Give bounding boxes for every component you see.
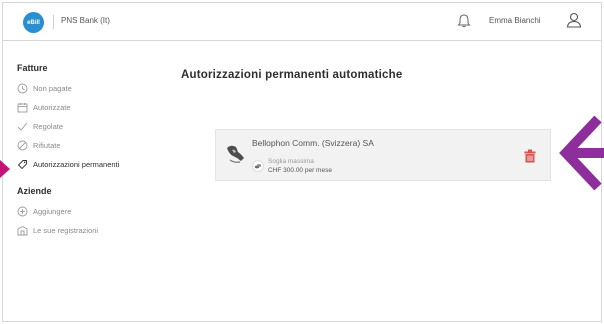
sidebar-item-autorizzazioni-permanenti[interactable]: Autorizzazioni permanenti <box>17 157 167 172</box>
payee-name: Bellophon Comm. (Svizzera) SA <box>252 138 374 148</box>
selection-pointer <box>0 160 10 178</box>
user-name[interactable]: Emma Bianchi <box>489 16 541 25</box>
notification-bell-icon[interactable] <box>456 13 472 29</box>
sidebar-item-label: Aggiungere <box>33 207 72 216</box>
logo-text: eBill <box>27 19 40 26</box>
top-bar: eBill PNS Bank (It) Emma Bianchi <box>3 3 601 41</box>
blocked-icon <box>17 140 28 151</box>
page-title: Autorizzazioni permanenti automatiche <box>181 69 403 81</box>
sidebar: Fatture Non pagate Autorizzate Regolate <box>17 63 167 242</box>
sidebar-item-label: Le sue registrazioni <box>33 226 99 235</box>
company-logo-icon <box>227 145 244 163</box>
sidebar-item-label: Autorizzazioni permanenti <box>33 160 120 169</box>
bank-name: PNS Bank (It) <box>61 16 110 25</box>
annotation-arrow-icon <box>559 115 604 191</box>
app-window: eBill PNS Bank (It) Emma Bianchi Fatture… <box>2 2 602 322</box>
tag-icon <box>17 160 27 170</box>
divider <box>53 15 54 29</box>
sidebar-item-label: Regolate <box>33 122 64 131</box>
coins-icon <box>252 160 264 172</box>
sidebar-item-label: Autorizzate <box>33 103 71 112</box>
sidebar-item-rifiutate[interactable]: Rifiutate <box>17 138 167 153</box>
section-title-aziende: Aziende <box>17 186 52 196</box>
sidebar-item-regolate[interactable]: Regolate <box>17 119 167 134</box>
sidebar-item-non-pagate[interactable]: Non pagate <box>17 81 167 96</box>
sidebar-item-label: Rifiutate <box>33 141 61 150</box>
section-title-fatture: Fatture <box>17 63 48 73</box>
user-icon[interactable] <box>565 11 583 29</box>
permanent-authorization-card[interactable]: Bellophon Comm. (Svizzera) SA Soglia mas… <box>215 129 551 181</box>
sidebar-item-autorizzate[interactable]: Autorizzate <box>17 100 167 115</box>
clock-icon <box>17 83 28 94</box>
check-icon <box>17 122 28 131</box>
sidebar-item-label: Non pagate <box>33 84 72 93</box>
delete-trash-icon[interactable] <box>524 149 536 163</box>
calendar-icon <box>17 103 28 113</box>
sidebar-item-aggiungere[interactable]: Aggiungere <box>17 204 167 219</box>
sidebar-item-le-sue-registrazioni[interactable]: Le sue registrazioni <box>17 223 167 238</box>
building-icon <box>17 225 28 236</box>
plus-circle-icon <box>17 206 28 217</box>
ebill-logo[interactable]: eBill <box>23 12 44 33</box>
limit-value: CHF 300.00 per mese <box>268 167 332 174</box>
limit-label: Soglia massima <box>268 158 314 165</box>
